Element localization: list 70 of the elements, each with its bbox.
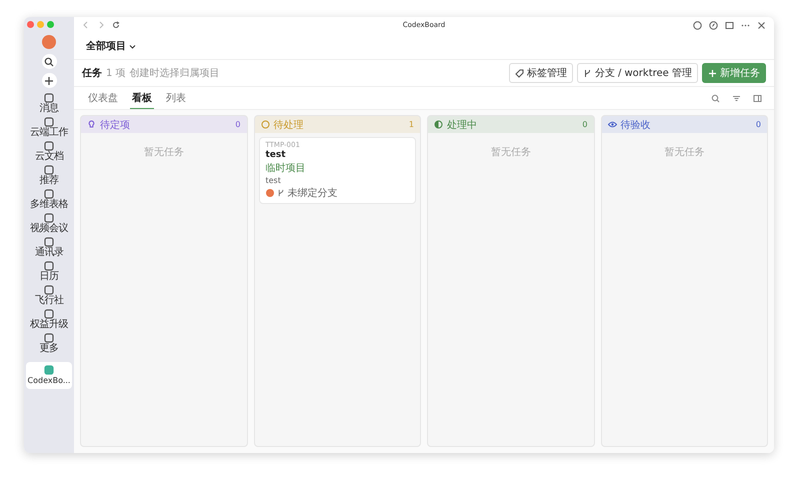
app-icon [44,285,54,295]
column-count: 1 [408,120,414,129]
sidebar-item[interactable]: 消息 [26,92,72,115]
sidebar-item[interactable]: 更多 [26,332,72,355]
zoom-light-icon[interactable] [47,21,54,28]
empty-text: 暂无任务 [490,146,531,159]
window-icon[interactable] [725,20,734,30]
tag-icon [514,68,524,78]
task-count: 1 项 [106,67,126,80]
refresh-icon[interactable] [112,21,120,29]
project-label: 临时项目 [266,162,306,175]
column-title: 待验收 [620,118,650,132]
view-tab[interactable]: 仪表盘 [86,87,120,109]
forward-icon[interactable] [97,21,105,29]
app-icon [44,189,54,199]
column-title: 待定项 [100,118,130,132]
task-title: test [266,150,286,160]
app-icon [44,309,54,319]
sidebar-item[interactable]: 权益升级 [26,308,72,331]
view-tab[interactable]: 列表 [164,87,188,109]
column-count: 0 [235,120,240,129]
sidebar-item[interactable]: 云端工作 [26,116,72,139]
assignee-avatar [266,189,274,197]
app-icon [44,333,54,343]
back-icon[interactable] [82,21,90,29]
app-icon [44,365,54,375]
sidebar-item[interactable]: 云文档 [26,140,72,163]
empty-text: 暂无任务 [144,146,184,159]
column-count: 0 [756,120,761,129]
app-icon [44,141,54,151]
app-icon [44,117,54,127]
user-avatar[interactable] [42,35,56,49]
plus-icon [44,76,54,86]
branch-status: 未绑定分支 [288,186,338,200]
section-title: 任务 [82,66,102,80]
branch-manage-button[interactable]: 分支 / worktree 管理 [576,63,698,83]
sidebar-item[interactable]: 多维表格 [26,188,72,211]
sidebar-item[interactable]: 视频会议 [26,212,72,235]
compass-icon[interactable] [709,20,718,30]
add-button[interactable] [42,73,56,88]
app-icon [44,165,54,175]
close-icon[interactable] [757,20,766,30]
sidebar-item[interactable]: 推荐 [26,164,72,187]
hint-text: 创建时选择归属项目 [130,66,220,80]
chevron-down-icon [129,42,136,50]
plus-icon [708,68,717,78]
sidebar-item[interactable]: 通讯录 [26,236,72,259]
sidebar-item[interactable]: 日历 [26,260,72,283]
column-count: 0 [582,120,588,129]
empty-text: 暂无任务 [664,146,704,159]
app-icon [44,237,54,247]
search-button[interactable] [42,54,56,69]
filter-icon[interactable] [732,94,741,102]
column-title: 处理中 [447,118,477,132]
sidebar-item[interactable]: CodexBo... [26,362,72,389]
app-icon [44,213,54,223]
close-light-icon[interactable] [27,21,34,28]
branch-icon [582,68,592,78]
branch-icon [276,189,284,197]
task-description: test [266,176,281,185]
view-tab[interactable]: 看板 [130,87,154,109]
search-icon[interactable] [711,94,720,102]
app-icon [44,261,54,271]
search-icon [44,56,54,66]
panel-icon[interactable] [753,94,762,102]
app-icon [44,93,54,103]
project-selector[interactable]: 全部项目 [86,39,136,53]
column-title: 待处理 [274,118,304,132]
tag-manage-button[interactable]: 标签管理 [508,63,573,83]
sidebar-item[interactable]: 飞行社 [26,284,72,307]
